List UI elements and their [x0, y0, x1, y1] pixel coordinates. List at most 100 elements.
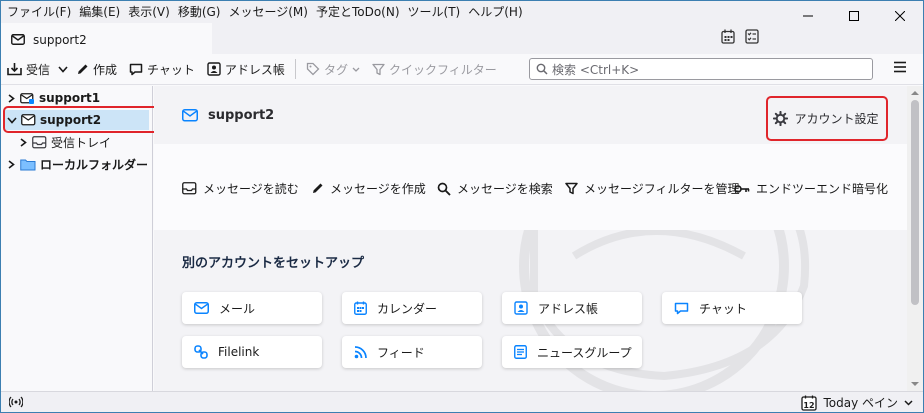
- scroll-up-icon[interactable]: [907, 88, 923, 98]
- address-book-label: アドレス帳: [224, 62, 285, 77]
- setup-newsgroup-card[interactable]: ニュースグループ: [502, 336, 642, 368]
- calendar-icon: [354, 301, 367, 315]
- chevron-right-icon[interactable]: [7, 93, 16, 103]
- online-status-button[interactable]: [9, 396, 23, 408]
- tag-icon: [306, 62, 320, 76]
- folder-pane: support1 support2 受信トレイ ローカルフォルダー: [1, 86, 162, 391]
- envelope-lock-icon: [20, 92, 34, 104]
- folder-inbox[interactable]: 受信トレイ: [19, 132, 111, 152]
- account-actions: メッセージを読む メッセージを作成 メッセージを検索 メッセージフィルターを管理…: [154, 144, 907, 230]
- spaces-toolbar: [721, 29, 759, 44]
- chat-icon: [129, 63, 143, 75]
- link-icon: [194, 345, 208, 359]
- menu-help[interactable]: ヘルプ(H): [464, 1, 526, 23]
- menu-edit[interactable]: 編集(E): [75, 1, 124, 23]
- toolbar-separator: [294, 59, 296, 79]
- tag-button[interactable]: タグ: [300, 57, 366, 81]
- tab-title: support2: [33, 32, 87, 47]
- main-scrollbar[interactable]: [907, 86, 923, 391]
- menu-file[interactable]: ファイル(F): [1, 1, 75, 23]
- folder-label: support1: [39, 91, 101, 105]
- write-label: 作成: [93, 62, 118, 77]
- card-label: フィード: [377, 345, 425, 360]
- menu-view[interactable]: 表示(V): [124, 1, 174, 23]
- chat-icon: [674, 302, 689, 314]
- chevron-right-icon[interactable]: [7, 159, 16, 169]
- menu-events-tasks[interactable]: 予定とToDo(N): [312, 1, 404, 23]
- e2e-encryption-button[interactable]: エンドツーエンド暗号化: [734, 180, 888, 197]
- folder-local-folders[interactable]: ローカルフォルダー: [7, 154, 148, 174]
- folder-label: ローカルフォルダー: [40, 157, 149, 172]
- hamburger-icon: [894, 61, 906, 73]
- search-messages-button[interactable]: メッセージを検索: [437, 180, 553, 197]
- quick-filter-label: クイックフィルター: [388, 62, 497, 77]
- get-messages-label: 受信: [26, 62, 51, 77]
- card-label: アドレス帳: [538, 301, 599, 316]
- today-pane-label: Today ペイン: [823, 396, 898, 410]
- mail-toolbar: 受信 作成 チャット アドレス帳 タグ クイックフィルター 検索 <Ctrl+K…: [1, 54, 923, 85]
- card-label: チャット: [699, 301, 747, 316]
- address-book-button[interactable]: アドレス帳: [201, 57, 291, 81]
- newsgroup-icon: [514, 345, 527, 359]
- setup-filelink-card[interactable]: Filelink: [182, 336, 322, 368]
- filter-icon: [565, 182, 578, 195]
- setup-chat-card[interactable]: チャット: [662, 292, 802, 324]
- menu-go[interactable]: 移動(G): [174, 1, 225, 23]
- scroll-thumb[interactable]: [911, 100, 919, 305]
- quick-filter-button[interactable]: クイックフィルター: [366, 57, 503, 81]
- calendar-tab-button[interactable]: [721, 29, 735, 44]
- menu-message[interactable]: メッセージ(M): [224, 1, 311, 23]
- search-icon: [536, 63, 548, 75]
- inbox-icon: [182, 182, 197, 195]
- tasks-icon: [745, 29, 759, 44]
- write-button[interactable]: 作成: [70, 57, 123, 81]
- address-book-icon: [207, 62, 221, 76]
- chevron-down-icon: [58, 65, 68, 73]
- tab-bar: support2: [1, 23, 923, 54]
- action-label: メッセージフィルターを管理: [584, 182, 740, 196]
- online-status-icon: [9, 396, 23, 408]
- setup-calendar-card[interactable]: カレンダー: [342, 292, 482, 324]
- chevron-down-icon: [904, 399, 913, 406]
- setup-feed-card[interactable]: フィード: [342, 336, 482, 368]
- action-label: メッセージを検索: [457, 182, 553, 196]
- download-icon: [7, 63, 22, 76]
- today-pane-button[interactable]: 12 Today ペイン: [801, 394, 913, 411]
- action-label: エンドツーエンド暗号化: [756, 182, 889, 196]
- envelope-icon: [182, 109, 198, 122]
- minimize-icon: [803, 15, 813, 17]
- chevron-right-icon[interactable]: [19, 137, 28, 147]
- setup-address-book-card[interactable]: アドレス帳: [502, 292, 642, 324]
- card-label: ニュースグループ: [537, 345, 632, 360]
- chat-button[interactable]: チャット: [123, 57, 201, 81]
- get-messages-button[interactable]: 受信: [1, 57, 56, 81]
- action-label: メッセージを作成: [330, 182, 426, 196]
- tag-label: タグ: [323, 62, 348, 77]
- highlight-box: [3, 106, 162, 133]
- setup-mail-card[interactable]: メール: [182, 292, 322, 324]
- tab-support2[interactable]: support2: [1, 23, 212, 54]
- action-label: メッセージを読む: [203, 182, 299, 196]
- search-input[interactable]: 検索 <Ctrl+K>: [529, 58, 873, 80]
- tasks-tab-button[interactable]: [745, 29, 759, 44]
- app-menu-button[interactable]: [893, 61, 907, 73]
- address-book-icon: [514, 301, 528, 315]
- filter-icon: [372, 63, 385, 75]
- compose-message-button[interactable]: メッセージを作成: [311, 180, 426, 197]
- card-label: Filelink: [218, 345, 260, 359]
- scroll-down-icon[interactable]: [907, 379, 923, 389]
- get-messages-dropdown[interactable]: [56, 57, 70, 81]
- pencil-icon: [78, 64, 88, 74]
- calendar-icon: [721, 29, 735, 44]
- maximize-icon: [849, 11, 859, 21]
- status-bar: 12 Today ペイン: [1, 391, 923, 412]
- folder-icon: [20, 159, 36, 170]
- manage-filters-button[interactable]: メッセージフィルターを管理: [565, 180, 740, 197]
- menu-tools[interactable]: ツール(T): [404, 1, 465, 23]
- inbox-icon: [32, 135, 47, 148]
- pencil-icon: [313, 183, 323, 193]
- calendar-day-number: 12: [804, 401, 815, 410]
- folder-account-support1[interactable]: support1: [7, 88, 100, 108]
- read-messages-button[interactable]: メッセージを読む: [182, 180, 299, 197]
- calendar-day-icon: 12: [801, 395, 818, 411]
